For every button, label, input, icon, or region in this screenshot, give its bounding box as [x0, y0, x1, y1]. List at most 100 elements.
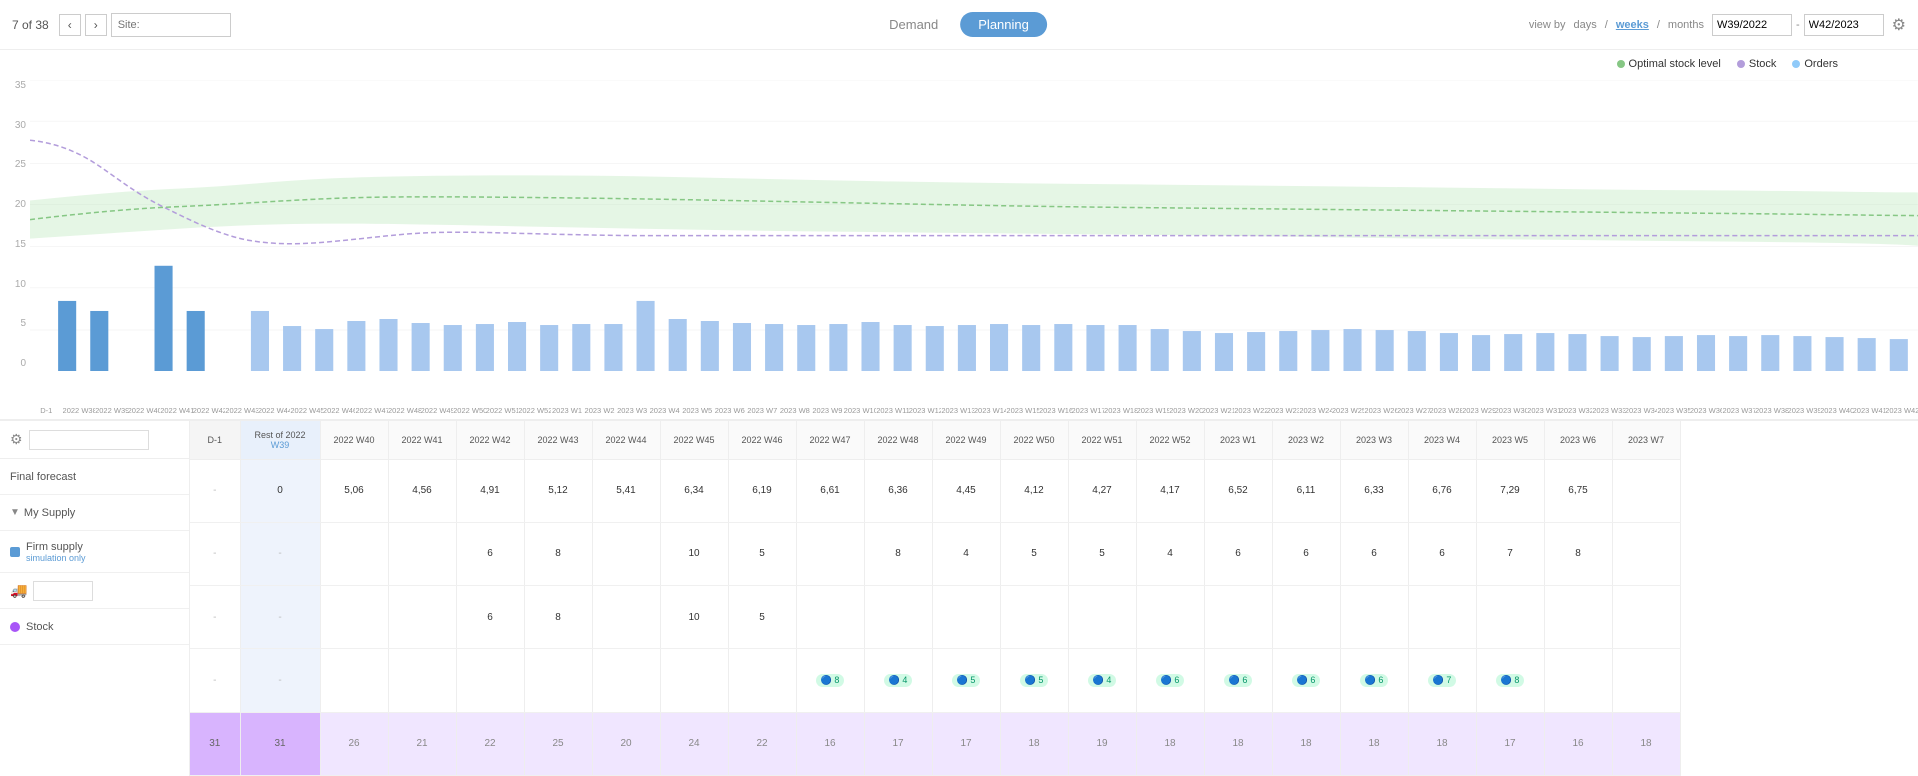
forecast-w48: 6,36: [864, 459, 932, 522]
stock-2023w7: 18: [1612, 712, 1680, 775]
stock-w40: 26: [320, 712, 388, 775]
stock-w42: 22: [456, 712, 524, 775]
supply-w48: 8: [864, 522, 932, 585]
y-axis: 35 30 25 20 15 10 5 0: [8, 80, 26, 369]
stock-dot: [1737, 60, 1745, 68]
supply-w44: [592, 522, 660, 585]
supply-2023w4: 6: [1408, 522, 1476, 585]
col-header-2023w6: 2023 W6: [1544, 421, 1612, 459]
optimal-dot: [1617, 60, 1625, 68]
date-from-input[interactable]: [1712, 14, 1792, 36]
stock-w46: 22: [728, 712, 796, 775]
stock-2023w6: 16: [1544, 712, 1612, 775]
col-header-w45: 2022 W45: [660, 421, 728, 459]
supply-d1: -: [190, 522, 240, 585]
forecast-w50: 4,12: [1000, 459, 1068, 522]
firmsupply-w51: [1068, 586, 1136, 649]
supply-data-row: - - 6 8 10 5 8 4 5 5 4 6 6: [190, 522, 1680, 585]
demand-tab[interactable]: Demand: [871, 12, 956, 37]
data-grid[interactable]: D-1 Rest of 2022W39 2022 W40 2022 W41 20…: [190, 421, 1918, 776]
col-header-2023w1: 2023 W1: [1204, 421, 1272, 459]
chip-2023w2[interactable]: 🔵 6: [1292, 674, 1321, 687]
forecast-2023w6: 6,75: [1544, 459, 1612, 522]
firmsupply-2023w7: [1612, 586, 1680, 649]
view-months[interactable]: months: [1668, 19, 1704, 31]
stock-2023w5: 17: [1476, 712, 1544, 775]
chart-area: Optimal stock level Stock Orders 35 30 2…: [0, 50, 1918, 420]
firmsupply-w49: [932, 586, 1000, 649]
chip-w49[interactable]: 🔵 5: [952, 674, 981, 687]
orders-dot: [1792, 60, 1800, 68]
planning-tab[interactable]: Planning: [960, 12, 1047, 37]
forecast-w51: 4,27: [1068, 459, 1136, 522]
firmsupply-rest2022: -: [240, 586, 320, 649]
supply-w43: 8: [524, 522, 592, 585]
stock-w41: 21: [388, 712, 456, 775]
forecast-w47: 6,61: [796, 459, 864, 522]
sidebar-search[interactable]: [29, 430, 149, 450]
col-header-w49: 2022 W49: [932, 421, 1000, 459]
supply-2023w6: 8: [1544, 522, 1612, 585]
final-forecast-label: Final forecast: [10, 471, 76, 483]
stock-2023w2: 18: [1272, 712, 1340, 775]
truck-w47: 🔵 8: [796, 649, 864, 712]
view-days[interactable]: days: [1574, 19, 1597, 31]
sidebar-stock: Stock: [0, 609, 189, 645]
expand-arrow-icon[interactable]: ▼: [10, 507, 20, 518]
truck-icon: 🚚: [10, 582, 27, 599]
chip-2023w4[interactable]: 🔵 7: [1428, 674, 1457, 687]
truck-2023w5: 🔵 8: [1476, 649, 1544, 712]
firmsupply-2023w2: [1272, 586, 1340, 649]
date-to-input[interactable]: [1804, 14, 1884, 36]
chip-w48[interactable]: 🔵 4: [884, 674, 913, 687]
supply-2023w5: 7: [1476, 522, 1544, 585]
truck-2023w2: 🔵 6: [1272, 649, 1340, 712]
grid-table: D-1 Rest of 2022W39 2022 W40 2022 W41 20…: [190, 421, 1681, 776]
forecast-d1: -: [190, 459, 240, 522]
prev-button[interactable]: ‹: [59, 14, 81, 36]
supply-2023w3: 6: [1340, 522, 1408, 585]
forecast-2023w2: 6,11: [1272, 459, 1340, 522]
stock-data-row: 31 31 26 21 22 25 20 24 22 16 17 17 18 1…: [190, 712, 1680, 775]
view-by-label: view by: [1529, 19, 1566, 31]
col-header-w41: 2022 W41: [388, 421, 456, 459]
truck-w46: [728, 649, 796, 712]
nav-controls: 7 of 38 ‹ ›: [12, 13, 231, 37]
site-input[interactable]: [111, 13, 231, 37]
header-row: D-1 Rest of 2022W39 2022 W40 2022 W41 20…: [190, 421, 1680, 459]
firm-supply-label: Firm supply: [26, 541, 86, 553]
legend-stock: Stock: [1737, 58, 1777, 70]
col-header-w50: 2022 W50: [1000, 421, 1068, 459]
view-weeks[interactable]: weeks: [1616, 19, 1649, 31]
stock-label: Stock: [1749, 58, 1777, 70]
sidebar-header: ⚙: [0, 421, 189, 459]
chip-w47[interactable]: 🔵 8: [816, 674, 845, 687]
stock-2023w3: 18: [1340, 712, 1408, 775]
forecast-w49: 4,45: [932, 459, 1000, 522]
settings-icon[interactable]: ⚙: [1892, 15, 1906, 35]
forecast-2023w4: 6,76: [1408, 459, 1476, 522]
col-header-w42: 2022 W42: [456, 421, 524, 459]
truck-w42: [456, 649, 524, 712]
chip-2023w1[interactable]: 🔵 6: [1224, 674, 1253, 687]
sidebar-gear-icon[interactable]: ⚙: [10, 431, 23, 448]
firmsupply-w46: 5: [728, 586, 796, 649]
supply-2023w1: 6: [1204, 522, 1272, 585]
stock-2023w1: 18: [1204, 712, 1272, 775]
forecast-w43: 5,12: [524, 459, 592, 522]
forecast-data-row: - 0 5,06 4,56 4,91 5,12 5,41 6,34 6,19 6…: [190, 459, 1680, 522]
truck-2023w4: 🔵 7: [1408, 649, 1476, 712]
my-supply-label: My Supply: [24, 507, 75, 519]
chart-legend: Optimal stock level Stock Orders: [1617, 58, 1838, 70]
firmsupply-2023w3: [1340, 586, 1408, 649]
chip-w52[interactable]: 🔵 6: [1156, 674, 1185, 687]
truck-d1: -: [190, 649, 240, 712]
firmsupply-w41: [388, 586, 456, 649]
chip-2023w3[interactable]: 🔵 6: [1360, 674, 1389, 687]
chip-w51[interactable]: 🔵 4: [1088, 674, 1117, 687]
firmsupply-2023w5: [1476, 586, 1544, 649]
chip-2023w5[interactable]: 🔵 8: [1496, 674, 1525, 687]
truck-input[interactable]: [33, 581, 93, 601]
chip-w50[interactable]: 🔵 5: [1020, 674, 1049, 687]
next-button[interactable]: ›: [85, 14, 107, 36]
